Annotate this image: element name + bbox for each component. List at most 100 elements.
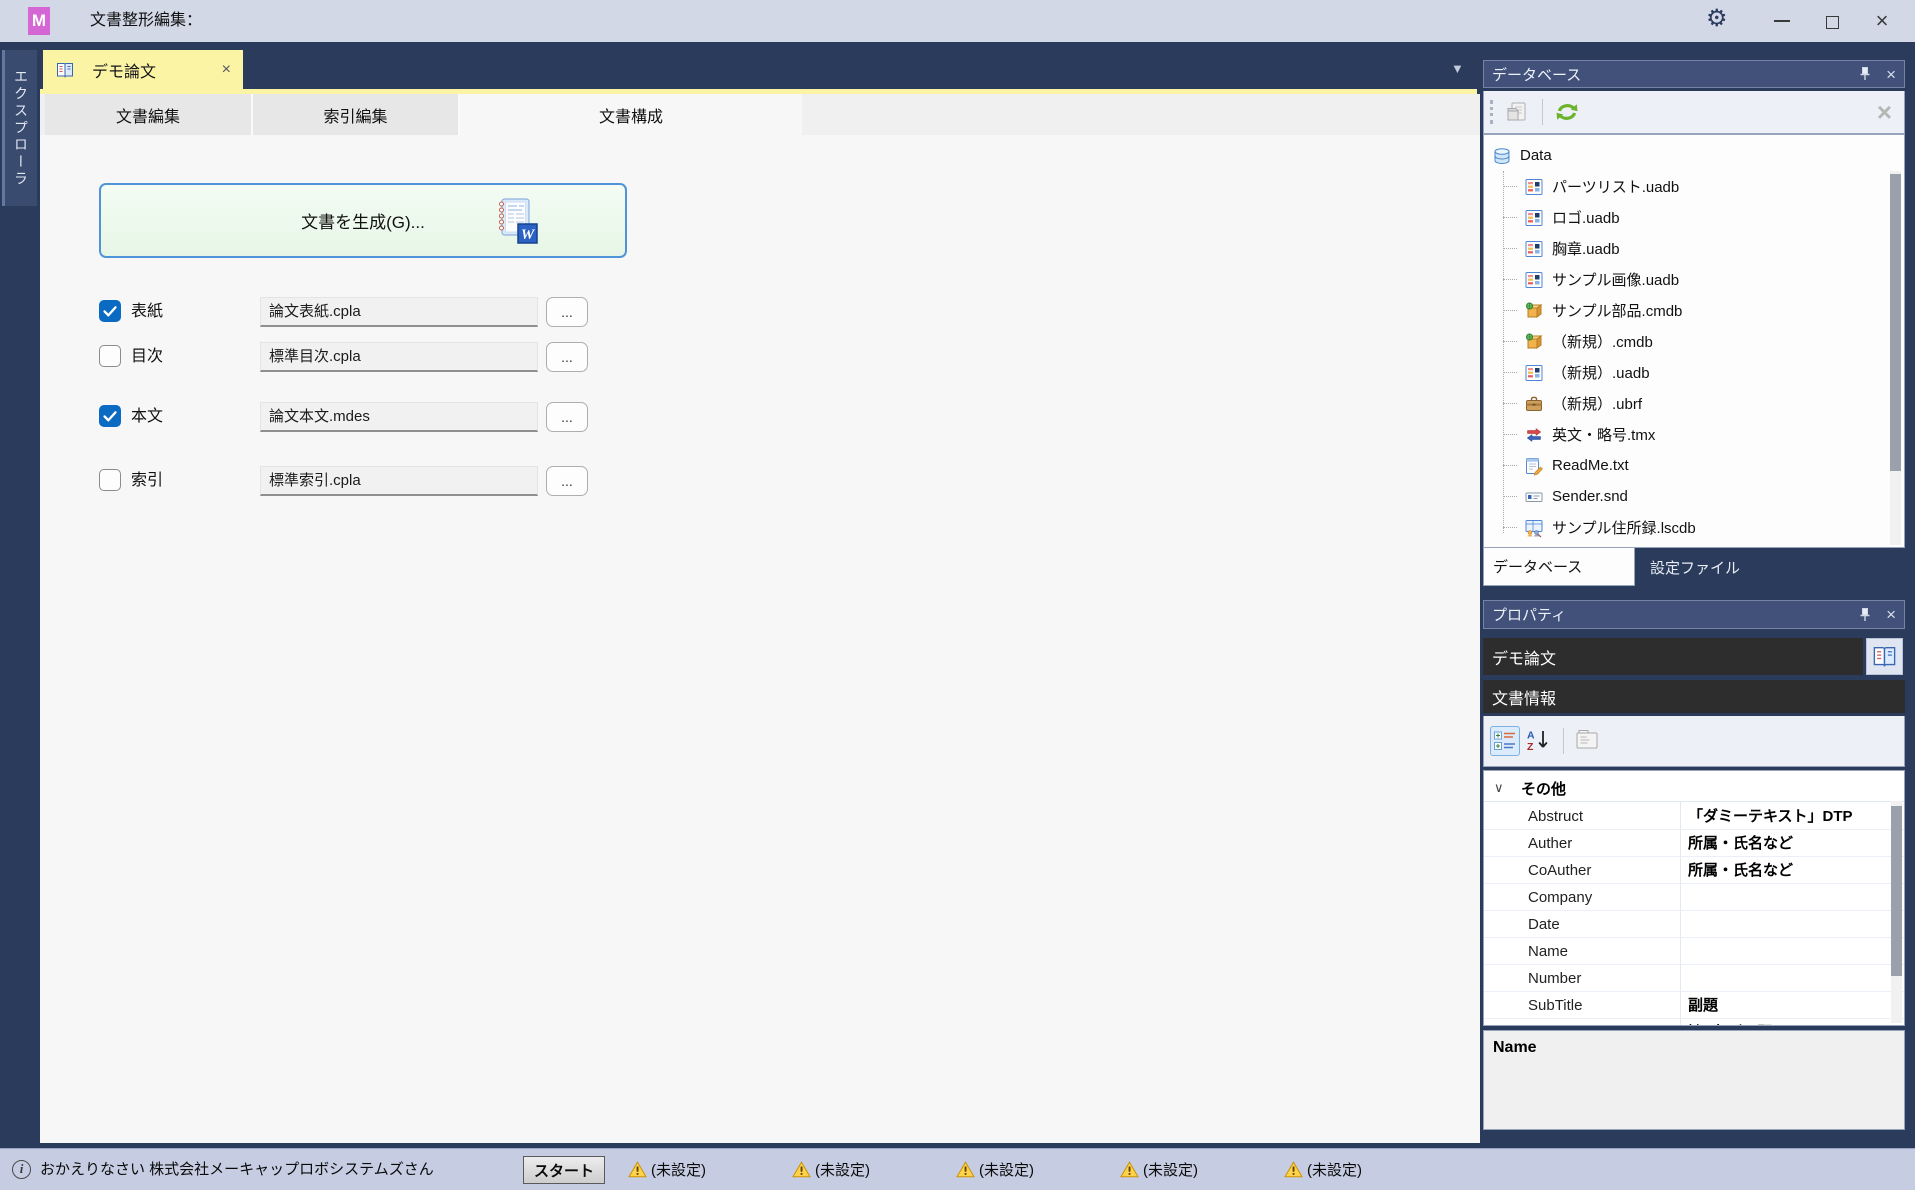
tree-scrollbar[interactable] (1890, 171, 1901, 545)
panel-close-icon[interactable]: × (1886, 66, 1896, 83)
info-icon: i (12, 1160, 31, 1179)
tree-item[interactable]: （新規）.cmdb (1484, 326, 1904, 357)
grid-scrollbar-thumb[interactable] (1891, 806, 1902, 976)
property-row[interactable]: Company (1484, 884, 1904, 911)
start-button[interactable]: スタート (523, 1156, 605, 1184)
tree-item[interactable]: パーツリスト.uadb (1484, 171, 1904, 202)
property-row[interactable]: Auther所属・氏名など (1484, 830, 1904, 857)
pin-icon[interactable] (1858, 66, 1872, 82)
tree-root-data[interactable]: Data (1484, 140, 1904, 171)
property-value[interactable]: 論文主題 (1688, 1019, 1780, 1026)
generate-document-label: 文書を生成(G)... (301, 208, 425, 233)
document-area: 文書編集索引編集文書構成 文書を生成(G)... W 表紙 論文表紙.cpla..… (40, 94, 1480, 1143)
browse-button[interactable]: ... (546, 402, 588, 432)
alphabetical-sort-icon[interactable]: AZ (1526, 728, 1552, 754)
text-file-icon (1524, 456, 1544, 476)
property-pages-icon[interactable] (1575, 728, 1601, 754)
tree-item[interactable]: サンプル部品.cmdb (1484, 295, 1904, 326)
pin-icon[interactable] (1858, 607, 1872, 623)
property-value[interactable]: 副題 (1688, 992, 1718, 1019)
tree-item[interactable]: （新規）.ubrf (1484, 388, 1904, 419)
document-tab[interactable]: デモ論文 × (43, 50, 243, 89)
refresh-icon[interactable] (1554, 99, 1580, 125)
browse-button[interactable]: ... (546, 297, 588, 327)
section-checkbox[interactable] (99, 300, 121, 322)
doc-subtab-1[interactable]: 文書編集 (45, 94, 253, 135)
compose-row: 本文論文本文.mdes... (40, 402, 1480, 436)
property-row[interactable]: SubTitle 副題 (1484, 992, 1904, 1019)
property-value[interactable]: 「ダミーテキスト」DTP (1688, 803, 1853, 830)
status-warning[interactable]: (未設定) (1284, 1149, 1362, 1190)
section-checkbox[interactable] (99, 405, 121, 427)
property-row[interactable]: Number (1484, 965, 1904, 992)
template-file-field[interactable]: 論文本文.mdes (260, 402, 538, 432)
tree-item[interactable]: 胸章.uadb (1484, 233, 1904, 264)
status-warning[interactable]: (未設定) (1120, 1149, 1198, 1190)
template-file-field[interactable]: 論文表紙.cpla (260, 297, 538, 327)
section-label: 表紙 (131, 297, 163, 326)
document-tab-close-icon[interactable]: × (222, 62, 231, 78)
generate-document-button[interactable]: 文書を生成(G)... W (99, 183, 627, 258)
table-icon (1524, 239, 1544, 259)
property-row[interactable]: Name (1484, 938, 1904, 965)
categorized-view-icon[interactable] (1493, 729, 1517, 753)
restore-button[interactable] (1812, 0, 1852, 42)
property-row[interactable]: CoAuther所属・氏名など (1484, 857, 1904, 884)
tree-item[interactable]: サンプル画像.uadb (1484, 264, 1904, 295)
warning-icon (1284, 1161, 1303, 1178)
new-database-icon[interactable] (1505, 99, 1531, 125)
property-row[interactable]: Abstruct「ダミーテキスト」DTP (1484, 803, 1904, 830)
tree-item[interactable]: 英文・略号.tmx (1484, 419, 1904, 450)
sidebar-tab-explorer[interactable]: エクスプローラ (2, 50, 37, 206)
section-label: 目次 (131, 342, 163, 371)
tab-database[interactable]: データベース (1483, 548, 1635, 586)
property-name: Date (1528, 911, 1560, 938)
section-checkbox[interactable] (99, 469, 121, 491)
doc-subtab-2[interactable]: 索引編集 (253, 94, 460, 135)
property-row[interactable]: Date (1484, 911, 1904, 938)
property-name: Number (1528, 965, 1581, 992)
chevron-down-icon[interactable]: ∨ (1494, 780, 1521, 796)
property-value[interactable]: 所属・氏名など (1688, 857, 1793, 884)
status-warning[interactable]: (未設定) (956, 1149, 1034, 1190)
panel-close-icon[interactable]: × (1886, 606, 1896, 623)
close-button[interactable]: × (1862, 0, 1902, 42)
property-category-label: その他 (1521, 778, 1566, 799)
template-file-field[interactable]: 標準目次.cpla (260, 342, 538, 372)
warning-icon (628, 1161, 647, 1178)
cube-icon (1524, 301, 1544, 321)
section-label: 索引 (131, 466, 163, 495)
document-info-book-button[interactable] (1866, 638, 1903, 675)
grid-scrollbar[interactable] (1891, 801, 1902, 1023)
tree-item[interactable]: （新規）.uadb (1484, 357, 1904, 388)
template-file-field[interactable]: 標準索引.cpla (260, 466, 538, 496)
status-warning[interactable]: (未設定) (792, 1149, 870, 1190)
settings-gear-icon[interactable]: ⚙ (1706, 5, 1728, 34)
tree-item[interactable]: ReadMe.txt (1484, 450, 1904, 481)
explorer-tab-label: エクスプローラ (11, 69, 31, 188)
property-value[interactable]: 所属・氏名など (1688, 830, 1793, 857)
property-category-row[interactable]: ∨ その他 (1484, 775, 1904, 802)
table-icon (1524, 177, 1544, 197)
property-row[interactable]: Title論文主題 (1484, 1019, 1904, 1026)
window-title: 文書整形編集： (90, 0, 202, 42)
tree-item[interactable]: サンプル住所録.lscdb (1484, 512, 1904, 543)
property-name: SubTitle (1528, 992, 1582, 1019)
tree-item[interactable]: Sender.snd (1484, 481, 1904, 512)
status-warning[interactable]: (未設定) (628, 1149, 706, 1190)
browse-button[interactable]: ... (546, 466, 588, 496)
delete-icon[interactable]: × (1877, 99, 1892, 125)
doc-subtab-3[interactable]: 文書構成 (460, 94, 802, 135)
tree-scrollbar-thumb[interactable] (1890, 174, 1901, 471)
tab-settings-file[interactable]: 設定ファイル (1650, 548, 1740, 586)
tab-list-dropdown-icon[interactable]: ▼ (1451, 61, 1464, 76)
tree-item-label: ロゴ.uadb (1552, 207, 1620, 228)
properties-toolbar: AZ (1483, 716, 1905, 767)
minimize-button[interactable] (1762, 0, 1802, 42)
tree-item-label: （新規）.uadb (1552, 362, 1650, 383)
warning-label: (未設定) (651, 1159, 706, 1180)
properties-panel-header: プロパティ × (1483, 600, 1905, 629)
browse-button[interactable]: ... (546, 342, 588, 372)
tree-item[interactable]: ロゴ.uadb (1484, 202, 1904, 233)
section-checkbox[interactable] (99, 345, 121, 367)
